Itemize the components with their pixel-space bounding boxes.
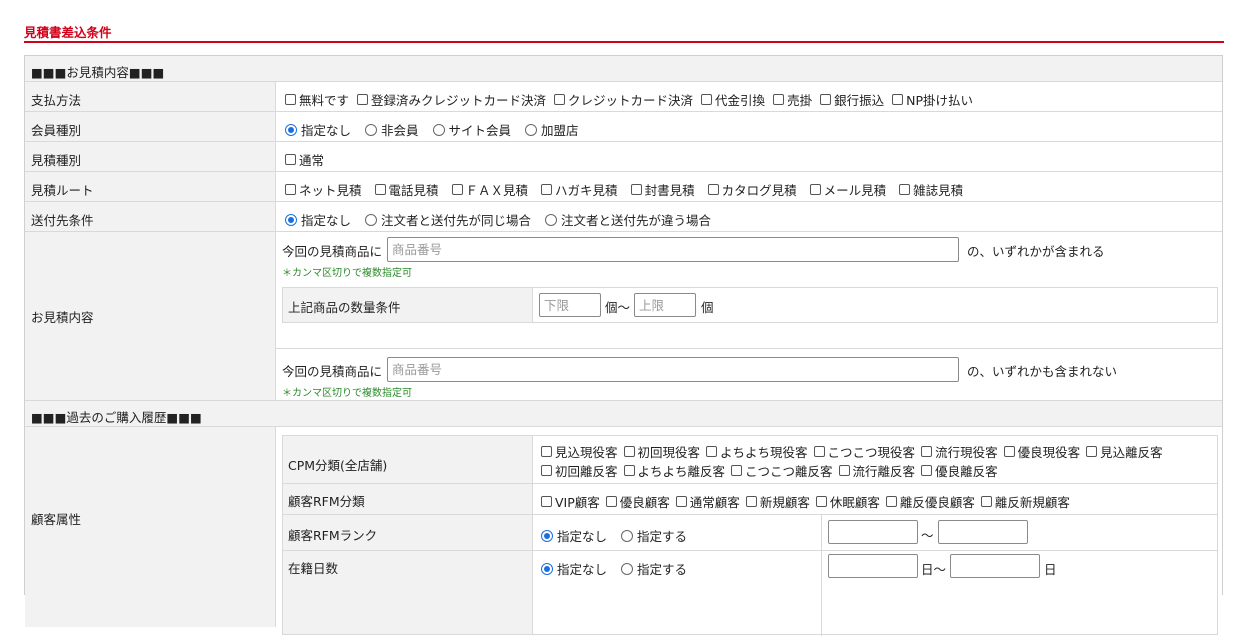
tenure-label: 在籍日数 <box>288 561 339 576</box>
section-header-label: ■■■お見積内容■■■ <box>31 65 165 80</box>
exclude-suffix: の、いずれかも含まれない <box>967 364 1118 379</box>
exclude-prefix: 今回の見積商品に <box>282 364 383 379</box>
cpm-steady-active-checkbox[interactable]: こつこつ現役客 <box>813 442 915 461</box>
qty-unit: 個 <box>701 300 714 315</box>
include-product-input[interactable] <box>387 237 959 262</box>
rfm-rank-specify-radio[interactable]: 指定する <box>621 526 687 545</box>
row-payment: 支払方法 無料です 登録済みクレジットカード決済 クレジットカード決済 代金引換… <box>25 82 1222 112</box>
rfm-rank-none-radio[interactable]: 指定なし <box>541 526 607 545</box>
route-catalog-checkbox[interactable]: カタログ見積 <box>707 180 797 199</box>
payment-np-checkbox[interactable]: NP掛け払い <box>892 90 973 109</box>
route-letter-checkbox[interactable]: 封書見積 <box>630 180 695 199</box>
cpm-toddler-lapsed-checkbox[interactable]: よちよち離反客 <box>623 461 725 480</box>
tenure-specify-radio[interactable]: 指定する <box>621 559 687 578</box>
member-affiliate-radio[interactable]: 加盟店 <box>525 120 579 139</box>
cpm-loyal-active-checkbox[interactable]: 優良現役客 <box>1003 442 1080 461</box>
row-label: 支払方法 <box>31 93 82 108</box>
route-postcard-checkbox[interactable]: ハガキ見積 <box>541 180 618 199</box>
exclude-note: ＊カンマ区切りで複数指定可 <box>282 388 412 399</box>
qty-min-input[interactable] <box>539 293 601 317</box>
row-label: お見積内容 <box>31 310 94 325</box>
section-header-history: ■■■過去のご購入履歴■■■ <box>25 401 1222 427</box>
cpm-steady-lapsed-checkbox[interactable]: こつこつ離反客 <box>731 461 833 480</box>
title-divider <box>24 41 1224 43</box>
rfm-rank-from-input[interactable] <box>828 520 918 544</box>
quantity-condition-box: 上記商品の数量条件 個〜 個 <box>282 287 1218 323</box>
payment-credit-sale-checkbox[interactable]: 売掛 <box>773 90 812 109</box>
row-label: 見積種別 <box>31 153 82 168</box>
row-estimate-content: お見積内容 今回の見積商品に の、いずれかが含まれる ＊カンマ区切りで複数指定可… <box>25 232 1222 401</box>
route-net-checkbox[interactable]: ネット見積 <box>285 180 362 199</box>
cpm-prospect-lapsed-checkbox[interactable]: 見込離反客 <box>1086 442 1163 461</box>
page-title: 見積書差込条件 <box>24 25 112 40</box>
cpm-trend-lapsed-checkbox[interactable]: 流行離反客 <box>838 461 915 480</box>
row-estimate-route: 見積ルート ネット見積 電話見積 ＦＡＸ見積 ハガキ見積 封書見積 カタログ見積… <box>25 172 1222 202</box>
cpm-first-lapsed-checkbox[interactable]: 初回離反客 <box>541 461 618 480</box>
rfm-normal-checkbox[interactable]: 通常顧客 <box>675 492 740 511</box>
cpm-prospect-active-checkbox[interactable]: 見込現役客 <box>541 442 618 461</box>
estimate-type-normal-checkbox[interactable]: 通常 <box>285 150 324 169</box>
route-fax-checkbox[interactable]: ＦＡＸ見積 <box>451 180 528 199</box>
route-magazine-checkbox[interactable]: 雑誌見積 <box>899 180 963 199</box>
row-label: 送付先条件 <box>31 213 94 228</box>
payment-saved-card-checkbox[interactable]: 登録済みクレジットカード決済 <box>357 90 546 109</box>
conditions-table: ■■■お見積内容■■■ 支払方法 無料です 登録済みクレジットカード決済 クレジ… <box>24 55 1223 636</box>
rfm-loyal-checkbox[interactable]: 優良顧客 <box>605 492 670 511</box>
row-estimate-type: 見積種別 通常 <box>25 142 1222 172</box>
tenure-from-input[interactable] <box>828 554 918 578</box>
tenure-to-input[interactable] <box>950 554 1040 578</box>
tenure-unit-from: 日〜 <box>921 562 947 577</box>
cpm-first-active-checkbox[interactable]: 初回現役客 <box>623 442 700 461</box>
row-label: 会員種別 <box>31 123 82 138</box>
tenure-unit-to: 日 <box>1044 562 1057 577</box>
rfm-rank-range-sep: 〜 <box>921 528 934 543</box>
rfm-lapsed-new-checkbox[interactable]: 離反新規顧客 <box>980 492 1070 511</box>
rfm-lapsed-loyal-checkbox[interactable]: 離反優良顧客 <box>885 492 975 511</box>
member-site-radio[interactable]: サイト会員 <box>432 120 511 139</box>
row-shipping: 送付先条件 指定なし 注文者と送付先が同じ場合 注文者と送付先が違う場合 <box>25 202 1222 232</box>
payment-free-checkbox[interactable]: 無料です <box>285 90 349 109</box>
member-none-radio[interactable]: 指定なし <box>285 120 351 139</box>
shipping-different-radio[interactable]: 注文者と送付先が違う場合 <box>545 210 711 229</box>
cpm-trend-active-checkbox[interactable]: 流行現役客 <box>921 442 998 461</box>
member-guest-radio[interactable]: 非会員 <box>365 120 419 139</box>
route-email-checkbox[interactable]: メール見積 <box>809 180 886 199</box>
section-header-estimate: ■■■お見積内容■■■ <box>25 56 1222 82</box>
rfm-dormant-checkbox[interactable]: 休眠顧客 <box>815 492 880 511</box>
row-label: 見積ルート <box>31 183 94 198</box>
payment-card-checkbox[interactable]: クレジットカード決済 <box>554 90 693 109</box>
rfm-vip-checkbox[interactable]: VIP顧客 <box>541 492 600 511</box>
exclude-product-input[interactable] <box>387 357 959 382</box>
include-prefix: 今回の見積商品に <box>282 244 383 259</box>
qty-max-input[interactable] <box>634 293 696 317</box>
row-member-type: 会員種別 指定なし 非会員 サイト会員 加盟店 <box>25 112 1222 142</box>
cpm-label: CPM分類(全店舗) <box>288 458 388 473</box>
route-phone-checkbox[interactable]: 電話見積 <box>374 180 439 199</box>
rfm-new-checkbox[interactable]: 新規顧客 <box>745 492 810 511</box>
payment-bank-transfer-checkbox[interactable]: 銀行振込 <box>820 90 884 109</box>
rfm-rank-label: 顧客RFMランク <box>288 528 378 543</box>
shipping-same-radio[interactable]: 注文者と送付先が同じ場合 <box>365 210 531 229</box>
cpm-toddler-active-checkbox[interactable]: よちよち現役客 <box>706 442 808 461</box>
include-note: ＊カンマ区切りで複数指定可 <box>282 268 412 279</box>
row-customer-attributes: 顧客属性 CPM分類(全店舗) 見込現役客 初回現役客 よちよち現役客 こつこつ… <box>25 427 1222 636</box>
rfm-rank-to-input[interactable] <box>938 520 1028 544</box>
row-label: 顧客属性 <box>31 512 82 527</box>
tenure-none-radio[interactable]: 指定なし <box>541 559 607 578</box>
customer-attr-subtable: CPM分類(全店舗) 見込現役客 初回現役客 よちよち現役客 こつこつ現役客 流… <box>282 435 1218 636</box>
shipping-none-radio[interactable]: 指定なし <box>285 210 351 229</box>
section-header-label: ■■■過去のご購入履歴■■■ <box>31 410 202 425</box>
payment-cod-checkbox[interactable]: 代金引換 <box>701 90 765 109</box>
include-suffix: の、いずれかが含まれる <box>967 244 1105 259</box>
rfm-class-label: 顧客RFM分類 <box>288 494 365 509</box>
qty-label: 上記商品の数量条件 <box>288 300 401 315</box>
qty-mid: 個〜 <box>605 300 631 315</box>
cpm-loyal-lapsed-checkbox[interactable]: 優良離反客 <box>921 461 998 480</box>
